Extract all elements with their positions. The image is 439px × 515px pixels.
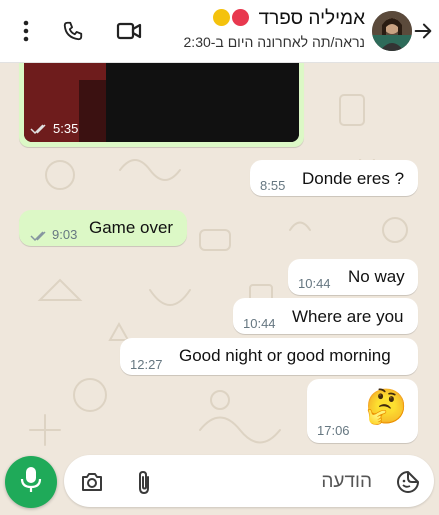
message-time: 8:55: [260, 178, 286, 193]
emoji-icon[interactable]: [394, 468, 422, 496]
message-text: Donde eres ?: [302, 169, 405, 188]
more-vert-icon[interactable]: [9, 14, 43, 48]
yellow-circle-emoji: [213, 9, 231, 26]
attach-icon[interactable]: [130, 468, 158, 496]
chat-header: אמיליה ספרד נראה/תה לאחרונה היום ב-2:30: [0, 0, 439, 63]
camera-icon[interactable]: [78, 468, 106, 496]
message-bubble-incoming[interactable]: 17:06 🤔: [307, 379, 418, 443]
message-time: 10:44: [243, 316, 276, 331]
message-bubble-incoming[interactable]: 10:44 No way: [288, 259, 418, 295]
mic-icon: [20, 466, 42, 499]
read-ticks-icon: [30, 122, 50, 140]
message-composer: [64, 455, 434, 507]
message-bubble-incoming[interactable]: 8:55 Donde eres ?: [250, 160, 418, 196]
video-call-icon[interactable]: [112, 14, 146, 48]
message-bubble-incoming[interactable]: 12:27 Good night or good morning: [120, 338, 418, 375]
red-circle-emoji: [232, 9, 250, 26]
message-text: No way: [348, 267, 405, 286]
message-time: 9:03: [52, 227, 78, 242]
contact-name: אמיליה ספרד: [258, 8, 365, 29]
contact-name-row: אמיליה ספרד: [115, 6, 365, 32]
message-time: 12:27: [130, 357, 163, 372]
emoji-message: 🤔: [365, 388, 408, 426]
message-input[interactable]: [200, 465, 374, 499]
video-time: 5:35: [53, 121, 79, 136]
video-thumbnail[interactable]: 5:35: [24, 50, 299, 142]
phone-icon[interactable]: [56, 14, 90, 48]
message-time: 10:44: [298, 276, 331, 291]
contact-title[interactable]: אמיליה ספרד נראה/תה לאחרונה היום ב-2:30: [115, 6, 365, 52]
message-text: Game over: [89, 218, 174, 237]
message-text: Good night or good morning: [179, 346, 391, 365]
video-message-bubble[interactable]: 5:35: [19, 50, 304, 147]
message-bubble-outgoing[interactable]: 9:03 Game over: [19, 210, 187, 246]
last-seen-status: נראה/תה לאחרונה היום ב-2:30: [183, 34, 365, 50]
mic-button[interactable]: [5, 456, 57, 508]
message-time: 17:06: [317, 423, 350, 438]
read-ticks-icon: [30, 229, 50, 247]
message-bubble-incoming[interactable]: 10:44 Where are you: [233, 298, 418, 334]
contact-avatar[interactable]: [372, 11, 412, 51]
message-text: Where are you: [292, 307, 404, 326]
